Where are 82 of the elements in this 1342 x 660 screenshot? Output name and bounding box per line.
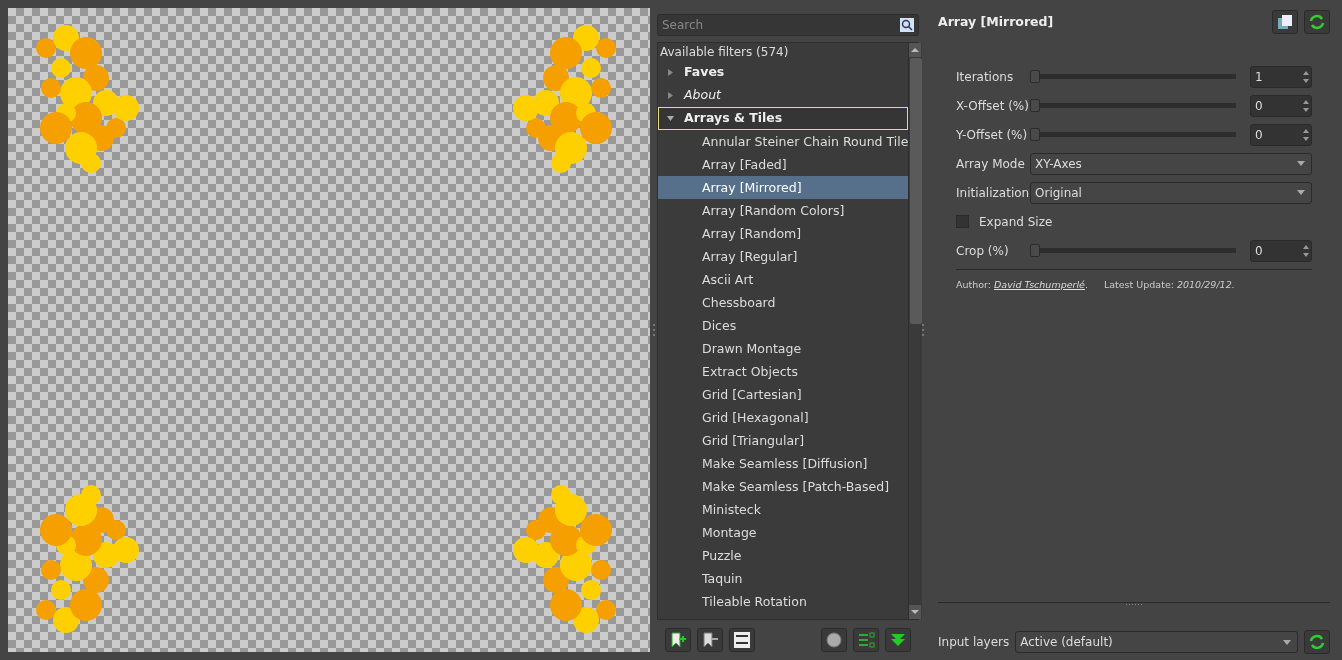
- checkbox[interactable]: [956, 215, 969, 228]
- selection-list-button[interactable]: [853, 628, 879, 652]
- preview-toggle-button[interactable]: [821, 628, 847, 652]
- input-layers-dropdown[interactable]: Active (default): [1015, 631, 1298, 653]
- filter-item[interactable]: Grid [Hexagonal]: [658, 406, 909, 429]
- category-label: Arrays & Tiles: [684, 109, 783, 128]
- slider-thumb[interactable]: [1030, 244, 1040, 257]
- param-label: Y-Offset (%): [956, 126, 1024, 144]
- filter-item[interactable]: Montage: [658, 521, 909, 544]
- param-label: Array Mode: [956, 155, 1024, 173]
- filter-item[interactable]: Array [Random Colors]: [658, 199, 909, 222]
- update-line: Latest Update: 2010/29/12.: [1103, 278, 1235, 292]
- filter-item[interactable]: Dices: [658, 314, 909, 337]
- caret-icon[interactable]: [1283, 639, 1291, 645]
- splitter-handle[interactable]: [1125, 603, 1143, 606]
- spin-box[interactable]: 0: [1250, 239, 1312, 262]
- param-label: Crop (%): [956, 242, 1010, 260]
- splitter-handle[interactable]: [652, 323, 655, 337]
- filter-title: Array [Mirrored]: [938, 12, 1054, 31]
- filter-item[interactable]: Drawn Montage: [658, 337, 909, 360]
- dropdown[interactable]: XY-Axes: [1030, 152, 1312, 175]
- spin-box[interactable]: 0: [1250, 123, 1312, 146]
- filter-item[interactable]: Chessboard: [658, 291, 909, 314]
- input-layers-label: Input layers: [938, 634, 1010, 651]
- download-button[interactable]: [885, 628, 911, 652]
- author-line: Author: David Tschumperlé.: [956, 278, 1088, 292]
- expand-arrow-icon[interactable]: [667, 92, 674, 99]
- filter-item[interactable]: Annular Steiner Chain Round Tile: [658, 130, 909, 153]
- remove-bookmark-button[interactable]: [697, 628, 723, 652]
- refresh-button[interactable]: [1304, 10, 1330, 34]
- filter-category[interactable]: Faves: [658, 61, 909, 84]
- collapse-arrow-icon[interactable]: [667, 115, 674, 122]
- filter-item[interactable]: Array [Faded]: [658, 153, 909, 176]
- filter-category[interactable]: About: [658, 84, 909, 107]
- refresh-icon: [1308, 633, 1326, 651]
- copy-icon: [1276, 13, 1294, 31]
- expand-arrow-icon[interactable]: [667, 69, 674, 76]
- search-icon[interactable]: [900, 18, 914, 32]
- double-arrow-down-icon: [889, 631, 907, 649]
- slider-thumb[interactable]: [1030, 128, 1040, 141]
- filter-item[interactable]: Make Seamless [Diffusion]: [658, 452, 909, 475]
- filter-item[interactable]: Array [Mirrored]: [658, 176, 909, 199]
- filter-item[interactable]: Extract Objects: [658, 360, 909, 383]
- spin-box[interactable]: 1: [1250, 65, 1312, 88]
- copy-button[interactable]: [1272, 10, 1298, 34]
- filter-item[interactable]: Puzzle: [658, 544, 909, 567]
- filter-item[interactable]: Ministeck: [658, 498, 909, 521]
- filter-item[interactable]: Array [Regular]: [658, 245, 909, 268]
- scroll-up-icon[interactable]: [909, 43, 923, 57]
- author-link[interactable]: David Tschumperlé: [994, 279, 1085, 290]
- search-field[interactable]: Search: [657, 14, 919, 36]
- bookmark-minus-icon: [701, 631, 719, 649]
- refresh-button[interactable]: [1304, 630, 1330, 654]
- category-label: Faves: [684, 63, 725, 82]
- scroll-down-icon[interactable]: [909, 605, 923, 619]
- list-header: Available filters (574): [659, 44, 790, 61]
- filter-item[interactable]: Grid [Cartesian]: [658, 383, 909, 406]
- refresh-icon: [1308, 13, 1326, 31]
- rename-button[interactable]: [729, 628, 755, 652]
- add-bookmark-button[interactable]: [665, 628, 691, 652]
- category-label: About: [684, 86, 721, 105]
- circle-icon: [825, 631, 843, 649]
- caret-icon[interactable]: [1297, 190, 1305, 195]
- slider-thumb[interactable]: [1030, 99, 1040, 112]
- text-icon: [733, 631, 751, 649]
- param-label: Iterations: [956, 68, 1015, 86]
- filter-item[interactable]: Taquin: [658, 567, 909, 590]
- spin-box[interactable]: 0: [1250, 94, 1312, 117]
- filter-item[interactable]: Tileable Rotation: [658, 590, 909, 613]
- checkbox-label: Expand Size: [979, 213, 1053, 231]
- bookmark-plus-icon: [669, 631, 687, 649]
- filter-category[interactable]: Arrays & Tiles: [658, 107, 909, 130]
- checklist-icon: [857, 631, 875, 649]
- dropdown[interactable]: Original: [1030, 181, 1312, 204]
- caret-icon[interactable]: [1297, 161, 1305, 166]
- filter-item[interactable]: Array [Random]: [658, 222, 909, 245]
- filter-item[interactable]: Grid [Triangular]: [658, 429, 909, 452]
- slider-thumb[interactable]: [1030, 70, 1040, 83]
- splitter-handle[interactable]: [921, 323, 924, 337]
- filter-item[interactable]: Ascii Art: [658, 268, 909, 291]
- filter-item[interactable]: Make Seamless [Patch-Based]: [658, 475, 909, 498]
- scrollbar-thumb[interactable]: [910, 58, 923, 324]
